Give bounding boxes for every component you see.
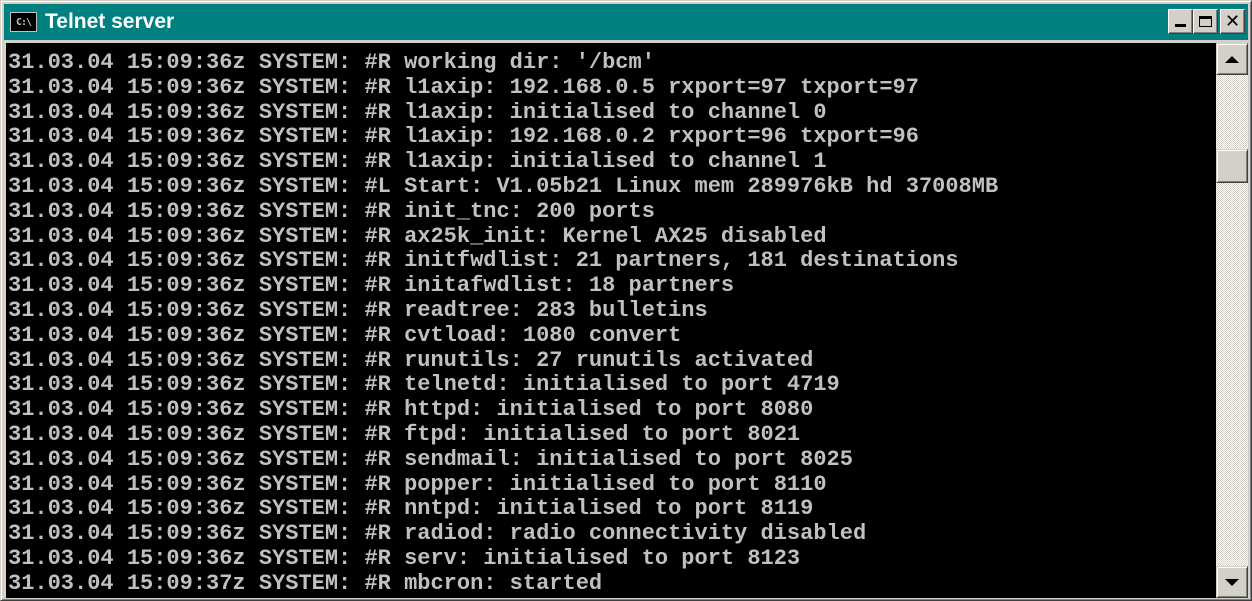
console-window: C:\ Telnet server ✕ 31.03.04 15:09:36z S… (0, 0, 1252, 601)
maximize-icon (1199, 16, 1212, 27)
console-line: 31.03.04 15:09:36z SYSTEM: #R l1axip: 19… (8, 124, 919, 150)
vertical-scrollbar[interactable] (1216, 43, 1248, 598)
console-line: 31.03.04 15:09:36z SYSTEM: #R working di… (8, 50, 655, 75)
console-line: 31.03.04 15:09:36z SYSTEM: #R popper: in… (8, 471, 827, 497)
console-line: 31.03.04 15:09:36z SYSTEM: #R cvtload: 1… (8, 322, 682, 348)
scroll-down-arrow-icon (1225, 578, 1239, 586)
console-output[interactable]: 31.03.04 15:09:36z SYSTEM: #R working di… (6, 43, 1216, 598)
console-line: 31.03.04 15:09:36z SYSTEM: #R l1axip: in… (8, 149, 827, 175)
window-controls: ✕ (1168, 9, 1245, 34)
title-bar[interactable]: C:\ Telnet server ✕ (4, 4, 1248, 40)
maximize-button[interactable] (1193, 9, 1218, 34)
console-line: 31.03.04 15:09:36z SYSTEM: #R l1axip: in… (8, 99, 827, 125)
console-line: 31.03.04 15:09:36z SYSTEM: #R ftpd: init… (8, 421, 801, 447)
console-line: 31.03.04 15:09:37z SYSTEM: #R mbcron: st… (8, 570, 603, 596)
minimize-icon (1175, 24, 1186, 27)
console-line: 31.03.04 15:09:36z SYSTEM: #R radiod: ra… (8, 521, 867, 547)
console-line: 31.03.04 15:09:36z SYSTEM: #R l1axip: 19… (8, 74, 919, 100)
console-app-icon[interactable]: C:\ (10, 12, 37, 32)
scroll-down-button[interactable] (1216, 566, 1248, 598)
console-text: 31.03.04 15:09:36z SYSTEM: #R working di… (6, 43, 1216, 597)
console-line: 31.03.04 15:09:36z SYSTEM: #R httpd: ini… (8, 397, 814, 423)
console-line: 31.03.04 15:09:36z SYSTEM: #R nntpd: ini… (8, 496, 814, 522)
console-line: 31.03.04 15:09:36z SYSTEM: #R initfwdlis… (8, 248, 959, 274)
close-button[interactable]: ✕ (1220, 9, 1245, 34)
console-line: 31.03.04 15:09:36z SYSTEM: #R readtree: … (8, 297, 708, 323)
console-line: 31.03.04 15:09:36z SYSTEM: #R init_tnc: … (8, 198, 655, 224)
window-title: Telnet server (45, 10, 175, 33)
console-line: 31.03.04 15:09:36z SYSTEM: #R ax25k_init… (8, 223, 827, 249)
console-line: 31.03.04 15:09:36z SYSTEM: #R initafwdli… (8, 273, 735, 299)
scrollbar-thumb[interactable] (1216, 149, 1248, 183)
console-line: 31.03.04 15:09:36z SYSTEM: #R telnetd: i… (8, 372, 840, 398)
console-line: 31.03.04 15:09:36z SYSTEM: #R serv: init… (8, 545, 801, 571)
console-line: 31.03.04 15:09:36z SYSTEM: #L Start: V1.… (8, 173, 999, 199)
scroll-up-button[interactable] (1216, 43, 1248, 75)
close-icon: ✕ (1224, 10, 1241, 32)
scroll-up-arrow-icon (1225, 55, 1239, 63)
minimize-button[interactable] (1168, 9, 1193, 34)
console-line: 31.03.04 15:09:36z SYSTEM: #R sendmail: … (8, 446, 853, 472)
console-line: 31.03.04 15:09:36z SYSTEM: #R runutils: … (8, 347, 814, 373)
